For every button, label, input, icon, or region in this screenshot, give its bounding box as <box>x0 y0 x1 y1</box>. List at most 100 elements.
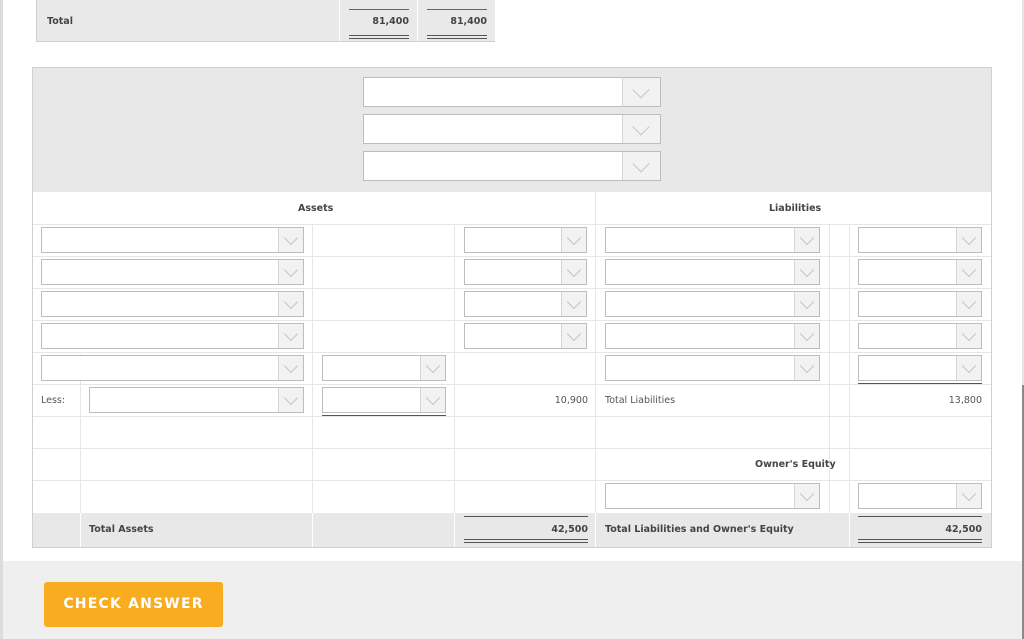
dropdown-field[interactable] <box>323 356 420 380</box>
chevron-down-icon[interactable] <box>278 260 303 284</box>
balance-sheet: Assets Liabilities Less: 10,900 Total Li… <box>32 67 992 548</box>
chevron-down-icon[interactable] <box>561 228 586 252</box>
chevron-down-icon[interactable] <box>420 356 445 380</box>
liability-amount-dropdown[interactable] <box>858 291 982 317</box>
asset-total-dropdown[interactable] <box>464 227 587 253</box>
dropdown-field[interactable] <box>465 292 561 316</box>
liability-amount-dropdown[interactable] <box>858 227 982 253</box>
dropdown-field[interactable] <box>859 484 956 508</box>
asset-account-dropdown[interactable] <box>41 259 304 285</box>
dropdown-field[interactable] <box>42 228 278 252</box>
contra-amount-dropdown[interactable] <box>322 387 446 413</box>
dropdown-field[interactable] <box>90 388 278 412</box>
chevron-down-icon[interactable] <box>561 260 586 284</box>
equity-account-dropdown[interactable] <box>605 483 820 509</box>
column-divider <box>80 513 81 547</box>
dropdown-field[interactable] <box>606 356 794 380</box>
dropdown-field[interactable] <box>323 388 420 412</box>
chevron-down-icon[interactable] <box>278 356 303 380</box>
chevron-down-icon[interactable] <box>794 292 819 316</box>
dropdown-field[interactable] <box>859 356 956 380</box>
dropdown-field[interactable] <box>465 324 561 348</box>
chevron-down-icon[interactable] <box>794 324 819 348</box>
contra-net-value: 10,900 <box>554 395 588 406</box>
dropdown-field[interactable] <box>859 260 956 284</box>
chevron-down-icon[interactable] <box>794 228 819 252</box>
chevron-down-icon[interactable] <box>956 324 981 348</box>
liability-account-dropdown[interactable] <box>605 291 820 317</box>
chevron-down-icon[interactable] <box>956 228 981 252</box>
double-underline <box>349 35 409 39</box>
dropdown-field[interactable] <box>364 152 635 180</box>
contra-asset-dropdown[interactable] <box>89 387 304 413</box>
asset-total-dropdown[interactable] <box>464 259 587 285</box>
dropdown-field[interactable] <box>859 324 956 348</box>
column-divider <box>312 224 313 547</box>
dropdown-field[interactable] <box>42 260 278 284</box>
less-label: Less: <box>41 395 66 406</box>
asset-amount-dropdown[interactable] <box>322 355 446 381</box>
chevron-down-icon[interactable] <box>794 356 819 380</box>
row-divider <box>33 320 991 321</box>
chevron-down-icon[interactable] <box>278 324 303 348</box>
statement-title-dropdown[interactable] <box>363 114 661 144</box>
asset-total-dropdown[interactable] <box>464 291 587 317</box>
chevron-down-icon[interactable] <box>956 484 981 508</box>
equity-amount-dropdown[interactable] <box>858 483 982 509</box>
liability-amount-dropdown[interactable] <box>858 259 982 285</box>
dropdown-field[interactable] <box>859 228 956 252</box>
chevron-down-icon[interactable] <box>420 388 445 412</box>
chevron-down-icon[interactable] <box>794 484 819 508</box>
check-answer-button[interactable]: CHECK ANSWER <box>44 582 223 627</box>
chevron-down-icon[interactable] <box>278 228 303 252</box>
double-underline <box>858 539 982 543</box>
asset-account-dropdown[interactable] <box>41 323 304 349</box>
dropdown-field[interactable] <box>606 292 794 316</box>
dropdown-field[interactable] <box>465 228 561 252</box>
dropdown-field[interactable] <box>606 260 794 284</box>
dropdown-field[interactable] <box>606 484 794 508</box>
chevron-down-icon[interactable] <box>622 152 660 180</box>
dropdown-field[interactable] <box>606 228 794 252</box>
chevron-down-icon[interactable] <box>956 356 981 380</box>
chevron-down-icon[interactable] <box>278 388 303 412</box>
chevron-down-icon[interactable] <box>561 292 586 316</box>
chevron-down-icon[interactable] <box>622 78 660 106</box>
total-label-cell: Total <box>37 0 340 41</box>
chevron-down-icon[interactable] <box>278 292 303 316</box>
dropdown-field[interactable] <box>42 324 278 348</box>
total-credit-cell: 81,400 <box>419 0 495 41</box>
asset-account-dropdown[interactable] <box>41 291 304 317</box>
total-overline <box>349 9 409 10</box>
dropdown-field[interactable] <box>364 115 635 143</box>
totals-row: Total Assets 42,500 Total Liabilities an… <box>33 513 991 547</box>
owners-equity-title: Owner's Equity <box>755 459 836 470</box>
chevron-down-icon[interactable] <box>956 260 981 284</box>
chevron-down-icon[interactable] <box>622 115 660 143</box>
liability-account-dropdown[interactable] <box>605 227 820 253</box>
column-divider <box>849 224 850 547</box>
liability-account-dropdown[interactable] <box>605 259 820 285</box>
asset-account-dropdown[interactable] <box>41 227 304 253</box>
liabilities-title: Liabilities <box>769 203 822 214</box>
liability-amount-dropdown[interactable] <box>858 323 982 349</box>
chevron-down-icon[interactable] <box>561 324 586 348</box>
dropdown-field[interactable] <box>42 356 278 380</box>
subtotal-underline <box>322 415 446 416</box>
total-label: Total <box>47 16 73 27</box>
company-name-dropdown[interactable] <box>363 77 661 107</box>
dropdown-field[interactable] <box>42 292 278 316</box>
statement-date-dropdown[interactable] <box>363 151 661 181</box>
dropdown-field[interactable] <box>364 78 635 106</box>
chevron-down-icon[interactable] <box>794 260 819 284</box>
asset-account-dropdown[interactable] <box>41 355 304 381</box>
dropdown-field[interactable] <box>606 324 794 348</box>
liability-account-dropdown[interactable] <box>605 355 820 381</box>
left-frame-border <box>0 0 3 639</box>
liability-account-dropdown[interactable] <box>605 323 820 349</box>
liability-amount-dropdown[interactable] <box>858 355 982 381</box>
chevron-down-icon[interactable] <box>956 292 981 316</box>
dropdown-field[interactable] <box>465 260 561 284</box>
asset-total-dropdown[interactable] <box>464 323 587 349</box>
dropdown-field[interactable] <box>859 292 956 316</box>
